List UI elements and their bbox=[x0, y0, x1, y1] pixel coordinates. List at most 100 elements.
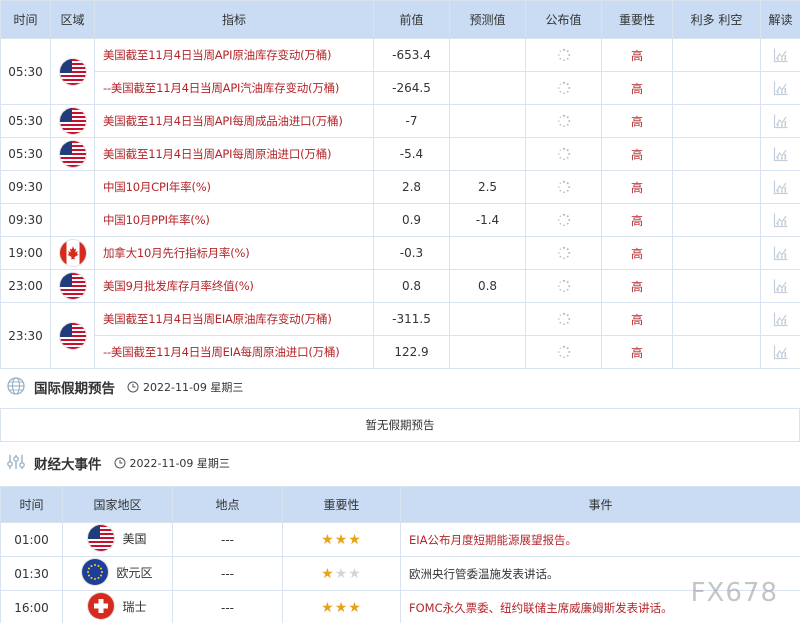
bull-bear-cell bbox=[672, 236, 761, 270]
event-row[interactable]: 01:30 欧元区 --- ★★★ 欧洲央行管委温施发表讲话。 bbox=[0, 556, 800, 591]
table-row[interactable]: 19:00 加拿大10月先行指标月率(%) -0.3 高 bbox=[0, 236, 800, 270]
release-time: 23:30 bbox=[0, 302, 51, 369]
interpretation-cell[interactable] bbox=[760, 302, 800, 336]
region-cell bbox=[50, 170, 95, 204]
col-header-time: 时间 bbox=[0, 0, 51, 39]
bull-bear-cell bbox=[672, 104, 761, 138]
interpretation-cell[interactable] bbox=[760, 104, 800, 138]
star-icon: ★ bbox=[321, 599, 335, 616]
indicator-name[interactable]: 美国截至11月4日当周API每周成品油进口(万桶) bbox=[94, 104, 374, 138]
event-row[interactable]: 01:00 美国 --- ★★★ EIA公布月度短期能源展望报告。 bbox=[0, 522, 800, 557]
table-row[interactable]: --美国截至11月4日当周API汽油库存变动(万桶) -264.5 高 bbox=[1, 71, 800, 105]
forecast-value: 0.8 bbox=[449, 269, 526, 303]
loading-spinner-icon bbox=[557, 345, 570, 359]
col-header-importance: 重要性 bbox=[601, 0, 673, 39]
region-cell bbox=[50, 203, 95, 237]
actual-value bbox=[525, 137, 602, 171]
country-cell: 欧元区 bbox=[62, 556, 173, 591]
release-time: 09:30 bbox=[0, 170, 51, 204]
event-description[interactable]: FOMC永久票委、纽约联储主席威廉姆斯发表讲话。 bbox=[400, 590, 800, 623]
bull-bear-cell bbox=[672, 71, 761, 105]
table-row[interactable]: 05:30 美国截至11月4日当周API原油库存变动(万桶) -653.4 高 bbox=[0, 38, 800, 105]
interpretation-cell[interactable] bbox=[760, 335, 800, 369]
us-flag-icon bbox=[88, 525, 115, 551]
holiday-date-text: 2022-11-09 星期三 bbox=[143, 381, 244, 394]
importance-level: 高 bbox=[601, 71, 673, 105]
region-cell bbox=[50, 236, 95, 270]
economic-data-table: 时间 区域 指标 前值 预测值 公布值 重要性 利多 利空 解读 05:30 美国… bbox=[0, 0, 800, 369]
analysis-chart-icon bbox=[773, 312, 787, 327]
indicator-name[interactable]: 加拿大10月先行指标月率(%) bbox=[94, 236, 374, 270]
clock-icon bbox=[127, 381, 139, 393]
indicator-name[interactable]: 美国截至11月4日当周EIA原油库存变动(万桶) bbox=[94, 302, 374, 336]
us-flag-icon bbox=[59, 322, 86, 349]
event-description[interactable]: 欧洲央行管委温施发表讲话。 bbox=[400, 556, 800, 591]
holiday-empty-box: 暂无假期预告 bbox=[0, 408, 800, 442]
country-name: 瑞士 bbox=[122, 599, 147, 614]
interpretation-cell[interactable] bbox=[760, 236, 800, 270]
col-header-importance: 重要性 bbox=[282, 486, 401, 523]
loading-spinner-icon bbox=[557, 48, 570, 62]
col-header-previous: 前值 bbox=[373, 0, 450, 39]
analysis-chart-icon bbox=[773, 81, 787, 96]
interpretation-cell[interactable] bbox=[760, 38, 800, 72]
holiday-section-title: 国际假期预告 bbox=[34, 381, 115, 397]
event-time: 16:00 bbox=[0, 590, 63, 623]
event-description[interactable]: EIA公布月度短期能源展望报告。 bbox=[400, 522, 800, 557]
table-row[interactable]: 09:30 中国10月CPI年率(%) 2.8 2.5 高 bbox=[0, 170, 800, 204]
indicator-name[interactable]: 中国10月PPI年率(%) bbox=[94, 203, 374, 237]
previous-value: -311.5 bbox=[373, 302, 450, 336]
table-row[interactable]: 23:00 美国9月批发库存月率终值(%) 0.8 0.8 高 bbox=[0, 269, 800, 303]
previous-value: -7 bbox=[373, 104, 450, 138]
table-row[interactable]: 09:30 中国10月PPI年率(%) 0.9 -1.4 高 bbox=[0, 203, 800, 237]
importance-level: 高 bbox=[601, 170, 673, 204]
star-icon: ★ bbox=[348, 531, 362, 548]
event-time: 01:00 bbox=[0, 522, 63, 557]
bull-bear-cell bbox=[672, 335, 761, 369]
us-flag-icon bbox=[59, 58, 86, 85]
table-row[interactable]: 05:30 美国截至11月4日当周API每周成品油进口(万桶) -7 高 bbox=[0, 104, 800, 138]
interpretation-cell[interactable] bbox=[760, 203, 800, 237]
events-date-text: 2022-11-09 星期三 bbox=[129, 457, 230, 470]
star-icon: ★ bbox=[334, 531, 349, 548]
importance-level: 高 bbox=[601, 38, 673, 72]
ch-flag-icon bbox=[88, 593, 115, 619]
indicator-name[interactable]: --美国截至11月4日当周API汽油库存变动(万桶) bbox=[94, 71, 374, 105]
indicator-name[interactable]: 美国9月批发库存月率终值(%) bbox=[94, 269, 374, 303]
region-cell bbox=[50, 104, 95, 138]
col-header-region: 区域 bbox=[50, 0, 95, 39]
interpretation-cell[interactable] bbox=[760, 170, 800, 204]
importance-level: 高 bbox=[601, 236, 673, 270]
table-row[interactable]: 23:30 美国截至11月4日当周EIA原油库存变动(万桶) -311.5 高 bbox=[0, 302, 800, 369]
actual-value bbox=[525, 302, 602, 336]
analysis-chart-icon bbox=[773, 180, 787, 195]
star-icon: ★ bbox=[321, 531, 335, 548]
table-row[interactable]: 05:30 美国截至11月4日当周API每周原油进口(万桶) -5.4 高 bbox=[0, 137, 800, 171]
loading-spinner-icon bbox=[557, 213, 570, 227]
interpretation-cell[interactable] bbox=[760, 71, 800, 105]
forecast-value bbox=[449, 137, 526, 171]
indicator-name[interactable]: 美国截至11月4日当周API原油库存变动(万桶) bbox=[94, 38, 374, 72]
loading-spinner-icon bbox=[557, 81, 570, 95]
event-place: --- bbox=[172, 590, 283, 623]
events-header-row: 时间 国家地区 地点 重要性 事件 bbox=[0, 486, 800, 523]
loading-spinner-icon bbox=[557, 312, 570, 326]
holiday-date: 2022-11-09 星期三 bbox=[127, 379, 243, 395]
country-name: 美国 bbox=[122, 531, 147, 546]
loading-spinner-icon bbox=[557, 246, 570, 260]
interpretation-cell[interactable] bbox=[760, 269, 800, 303]
event-row[interactable]: 16:00 瑞士 --- ★★★ FOMC永久票委、纽约联储主席威廉姆斯发表讲话。 bbox=[0, 590, 800, 623]
loading-spinner-icon bbox=[557, 180, 570, 194]
col-header-place: 地点 bbox=[172, 486, 283, 523]
us-flag-icon bbox=[59, 108, 86, 134]
indicator-name[interactable]: 美国截至11月4日当周API每周原油进口(万桶) bbox=[94, 137, 374, 171]
table-header-row: 时间 区域 指标 前值 预测值 公布值 重要性 利多 利空 解读 bbox=[0, 0, 800, 39]
sliders-icon bbox=[6, 452, 26, 475]
forecast-value: -1.4 bbox=[449, 203, 526, 237]
indicator-name[interactable]: --美国截至11月4日当周EIA每周原油进口(万桶) bbox=[94, 335, 374, 369]
forecast-value bbox=[449, 302, 526, 336]
table-row[interactable]: --美国截至11月4日当周EIA每周原油进口(万桶) 122.9 高 bbox=[1, 335, 800, 369]
indicator-name[interactable]: 中国10月CPI年率(%) bbox=[94, 170, 374, 204]
event-place: --- bbox=[172, 522, 283, 557]
interpretation-cell[interactable] bbox=[760, 137, 800, 171]
